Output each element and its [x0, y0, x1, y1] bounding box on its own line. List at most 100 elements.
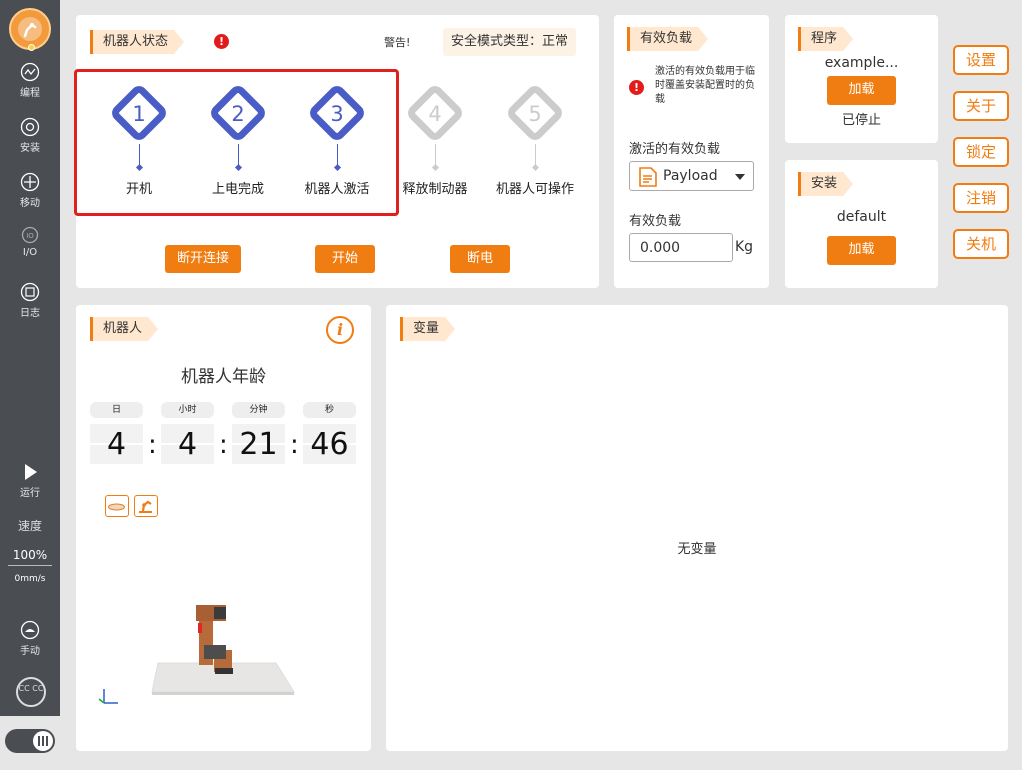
status-step-3: 3 机器人激活: [287, 82, 387, 197]
robot-arm-icon: [18, 17, 42, 41]
settings-button[interactable]: 设置: [953, 45, 1009, 75]
status-step-4: 4 释放制动器: [385, 82, 485, 197]
io-icon: IO: [21, 226, 39, 244]
robot-age-title: 机器人年龄: [181, 367, 266, 387]
program-load-button[interactable]: 加载: [827, 76, 896, 105]
program-status: 已停止: [841, 113, 881, 128]
step-dot: [135, 163, 143, 172]
install-name: default: [836, 209, 887, 225]
sidebar-item-label: I/O: [22, 247, 38, 258]
sidebar-item-install[interactable]: 安装: [0, 117, 60, 154]
step-number: 5: [528, 102, 541, 126]
robot-3d-view: [98, 605, 295, 704]
payload-select-value: Payload: [663, 168, 718, 184]
move-icon: [20, 172, 40, 192]
sidebar-item-label: 安装: [20, 143, 40, 154]
step-label: 上电完成: [211, 182, 264, 197]
run-button[interactable]: 运行: [0, 462, 60, 499]
install-panel: 安装 default 加载: [785, 160, 938, 288]
warning-label: 警告!: [384, 36, 411, 49]
sidebar-item-label: 移动: [20, 198, 40, 209]
load-input[interactable]: [629, 233, 733, 262]
sidebar-item-move[interactable]: 移动: [0, 172, 60, 209]
timer-separator: :: [148, 430, 157, 460]
logout-button[interactable]: 注销: [953, 183, 1009, 213]
timer-unit-label: 分钟: [232, 402, 285, 418]
svg-text:IO: IO: [26, 232, 34, 240]
gear-icon: [20, 117, 40, 137]
sidebar-item-label: 日志: [20, 308, 40, 319]
timer-separator: :: [290, 430, 299, 460]
robot-logo-button[interactable]: [9, 8, 51, 51]
pause-toggle[interactable]: [5, 729, 55, 753]
step-label: 机器人激活: [304, 182, 370, 197]
manual-label: 手动: [20, 646, 40, 657]
disconnect-button[interactable]: 断开连接: [165, 245, 241, 273]
step-dot: [333, 163, 341, 172]
timer-unit-label: 秒: [303, 402, 356, 418]
payload-select[interactable]: Payload: [629, 161, 754, 191]
wave-icon: [20, 62, 40, 82]
active-payload-label: 激活的有效负载: [629, 142, 721, 157]
payload-panel: 有效负载 ! 激活的有效负载用于临时覆盖安装配置时的负载 激活的有效负载 Pay…: [614, 15, 769, 288]
install-title: 安装: [798, 172, 853, 196]
safety-mode-badge: 安全模式类型：正常: [443, 28, 577, 56]
robot-arm-view-icon: [139, 500, 152, 513]
info-icon[interactable]: i: [326, 316, 354, 344]
sidebar-item-io[interactable]: IO I/O: [0, 225, 60, 258]
status-step-2: 2 上电完成: [188, 82, 288, 197]
robot-view-button[interactable]: [134, 495, 158, 517]
pause-icon: [33, 731, 53, 751]
status-step-1: 1 开机: [89, 82, 189, 197]
step-number: 4: [428, 102, 441, 126]
variables-title: 变量: [400, 317, 455, 341]
sidebar: 编程 安装 移动 IO I/O 日志 运行 速度 100% 0mm/s 手动 C…: [0, 0, 60, 716]
warning-icon: !: [214, 34, 229, 49]
payload-warning-icon: !: [629, 80, 644, 95]
payload-file-icon: [639, 167, 657, 187]
cc-button[interactable]: CC CC: [16, 677, 46, 707]
speed-percent[interactable]: 100%: [8, 548, 52, 566]
chevron-down-icon: [735, 174, 745, 180]
timer-unit-label: 小时: [161, 402, 214, 418]
timer-digit-text: 4: [177, 427, 198, 462]
timer-value: 21: [232, 424, 285, 464]
step-number: 1: [132, 102, 145, 126]
power-off-button[interactable]: 断电: [450, 245, 510, 273]
step-label: 开机: [125, 182, 152, 197]
manual-button[interactable]: 手动: [0, 620, 60, 657]
step-diamond-icon: 2: [207, 82, 269, 144]
step-label: 释放制动器: [402, 182, 468, 197]
speed-label: 速度: [17, 519, 42, 533]
sidebar-item-program[interactable]: 编程: [0, 62, 60, 99]
status-dot: [28, 44, 35, 51]
variables-panel: 变量 无变量: [386, 305, 1008, 751]
floor-view-button[interactable]: [105, 495, 129, 517]
lock-button[interactable]: 锁定: [953, 137, 1009, 167]
step-diamond-icon: 1: [108, 82, 170, 144]
step-dot: [234, 163, 242, 172]
program-title: 程序: [798, 27, 853, 51]
install-load-button[interactable]: 加载: [827, 236, 896, 265]
step-diamond-icon: 4: [404, 82, 466, 144]
timer-unit-label: 日: [90, 402, 143, 418]
payload-title: 有效负载: [627, 27, 708, 51]
step-number: 2: [231, 102, 244, 126]
floor-icon: [108, 503, 125, 511]
timer-value: 46: [303, 424, 356, 464]
start-button[interactable]: 开始: [315, 245, 375, 273]
step-label: 机器人可操作: [495, 182, 574, 197]
timer-digit-text: 4: [106, 427, 127, 462]
sidebar-item-log[interactable]: 日志: [0, 282, 60, 319]
sidebar-bottom: [0, 716, 60, 770]
program-name: example...: [824, 55, 899, 71]
log-icon: [20, 282, 40, 302]
cc-label: CC CC: [18, 684, 44, 693]
step-dot: [531, 163, 539, 172]
play-icon: [25, 464, 37, 480]
about-button[interactable]: 关于: [953, 91, 1009, 121]
status-step-5: 5 机器人可操作: [485, 82, 585, 197]
timer-separator: :: [219, 430, 228, 460]
shutdown-button[interactable]: 关机: [953, 229, 1009, 259]
timer-value: 4: [90, 424, 143, 464]
